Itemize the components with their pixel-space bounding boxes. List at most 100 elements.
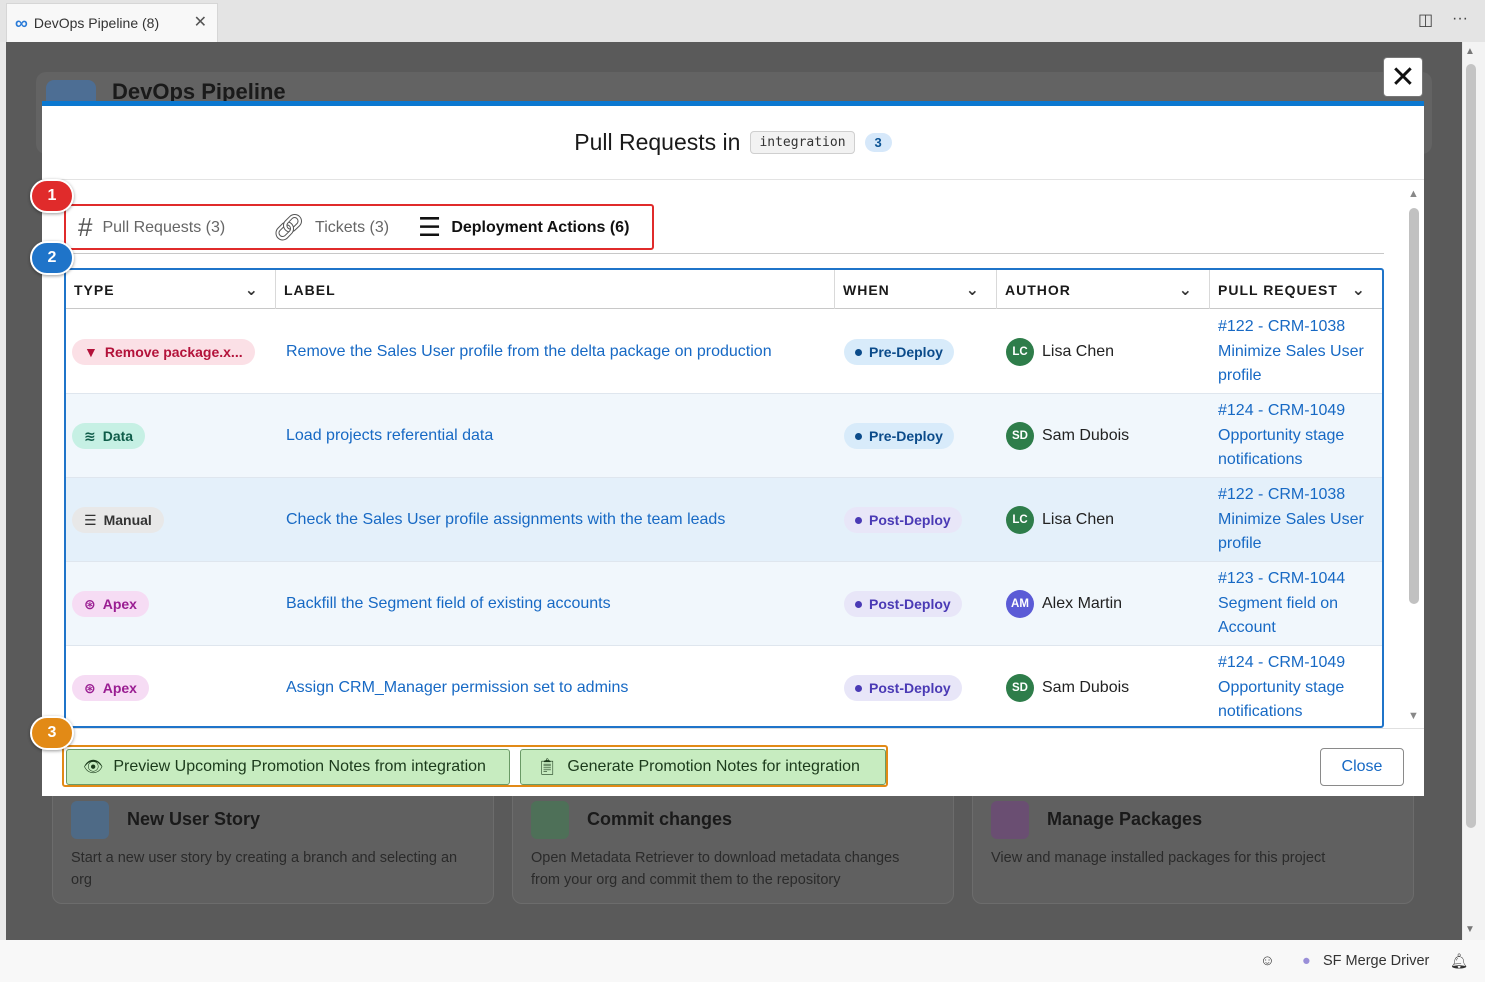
avatar: LC bbox=[1006, 338, 1034, 366]
author-name: Lisa Chen bbox=[1042, 511, 1115, 528]
infinity-icon: ∞ bbox=[15, 12, 28, 33]
chevron-down-icon[interactable]: ⌄ bbox=[1352, 280, 1366, 300]
pull-request-link[interactable]: #122 - CRM-1038 Minimize Sales User prof… bbox=[1218, 315, 1378, 389]
modal-scrollbar[interactable]: ▲ ▼ bbox=[1406, 186, 1422, 726]
when-badge: Post-Deploy bbox=[844, 675, 962, 701]
clipboard-icon: 📋︎ bbox=[537, 759, 558, 776]
card-title: Commit changes bbox=[587, 809, 733, 829]
column-label[interactable]: LABEL bbox=[276, 270, 835, 309]
button-label: Generate Promotion Notes for integration bbox=[567, 758, 860, 775]
close-tab-icon[interactable]: ✕ bbox=[194, 12, 207, 32]
avatar: AM bbox=[1006, 590, 1034, 618]
table-row: ⊛ Apex Backfill the Segment field of exi… bbox=[66, 562, 1382, 646]
download-icon bbox=[531, 801, 569, 839]
apex-icon: ⊛ bbox=[84, 595, 96, 612]
action-label-link[interactable]: Load projects referential data bbox=[286, 427, 493, 445]
type-cell: ⊛ Apex bbox=[72, 562, 149, 646]
chevron-down-icon[interactable]: ⌄ bbox=[966, 280, 980, 300]
when-label: Pre-Deploy bbox=[869, 344, 943, 360]
table-row: ☰ Manual Check the Sales User profile as… bbox=[66, 478, 1382, 562]
column-label: PULL REQUEST bbox=[1218, 281, 1338, 298]
link-icon: 🔗︎ bbox=[272, 212, 306, 242]
split-editor-icon[interactable]: ◫ bbox=[1418, 10, 1433, 30]
close-button[interactable]: Close bbox=[1320, 748, 1404, 786]
pr-cell: #124 - CRM-1049 Opportunity stage notifi… bbox=[1218, 394, 1378, 478]
when-cell: Post-Deploy bbox=[844, 646, 962, 726]
when-badge: Pre-Deploy bbox=[844, 423, 954, 449]
label-cell: Assign CRM_Manager permission set to adm… bbox=[286, 646, 628, 726]
generate-promotion-notes-button[interactable]: 📋︎ Generate Promotion Notes for integrat… bbox=[520, 749, 886, 785]
when-cell: Post-Deploy bbox=[844, 562, 962, 646]
scroll-thumb[interactable] bbox=[1409, 208, 1419, 604]
column-pull-request[interactable]: PULL REQUEST ⌄ bbox=[1210, 270, 1382, 309]
card-desc: Open Metadata Retriever to download meta… bbox=[531, 850, 900, 888]
table-header: TYPE ⌄ LABEL WHEN ⌄ AUTHOR ⌄ PULL REQUES… bbox=[66, 270, 1382, 309]
modal-close-icon[interactable]: ✕ bbox=[1383, 57, 1423, 97]
chevron-down-icon[interactable]: ⌄ bbox=[1179, 280, 1193, 300]
page-scrollbar[interactable]: ▲ ▼ bbox=[1463, 42, 1485, 940]
tab-deployment-actions[interactable]: ☰ Deployment Actions (6) bbox=[418, 212, 629, 243]
pr-cell: #124 - CRM-1049 Opportunity stage notifi… bbox=[1218, 646, 1378, 726]
step-marker-3: 3 bbox=[30, 716, 74, 750]
scroll-up-arrow[interactable]: ▲ bbox=[1408, 188, 1419, 200]
column-when[interactable]: WHEN ⌄ bbox=[835, 270, 997, 309]
avatar: SD bbox=[1006, 422, 1034, 450]
modal-header: Pull Requests in integration 3 bbox=[42, 106, 1424, 180]
pull-request-link[interactable]: #124 - CRM-1049 Opportunity stage notifi… bbox=[1218, 399, 1378, 473]
bell-icon[interactable]: 🔔︎ bbox=[1450, 953, 1468, 970]
pull-request-link[interactable]: #123 - CRM-1044 Segment field on Account bbox=[1218, 567, 1378, 641]
modal-footer: 👁︎ Preview Upcoming Promotion Notes from… bbox=[42, 728, 1424, 801]
scroll-thumb[interactable] bbox=[1466, 64, 1476, 828]
scroll-up-arrow[interactable]: ▲ bbox=[1465, 46, 1475, 57]
checklist-icon: ☰ bbox=[418, 212, 442, 242]
dot-icon bbox=[855, 432, 862, 440]
scroll-down-arrow[interactable]: ▼ bbox=[1465, 924, 1475, 935]
type-label: Data bbox=[102, 428, 134, 444]
apex-icon: ⊛ bbox=[84, 679, 96, 696]
card-desc: View and manage installed packages for t… bbox=[991, 850, 1326, 866]
author-name: Alex Martin bbox=[1042, 595, 1123, 612]
more-actions-icon[interactable]: ··· bbox=[1452, 10, 1468, 28]
card-desc: Start a new user story by creating a bra… bbox=[71, 850, 458, 888]
type-badge: ⊛ Apex bbox=[72, 675, 149, 701]
column-type[interactable]: TYPE ⌄ bbox=[66, 270, 276, 309]
plus-icon bbox=[71, 801, 109, 839]
copilot-icon[interactable]: ☺ bbox=[1260, 953, 1275, 969]
editor-tabbar: ∞ DevOps Pipeline (8) ✕ ◫ ··· bbox=[0, 0, 1485, 42]
scroll-down-arrow[interactable]: ▼ bbox=[1408, 710, 1419, 722]
when-label: Post-Deploy bbox=[869, 680, 951, 696]
editor-tab[interactable]: ∞ DevOps Pipeline (8) ✕ bbox=[6, 3, 218, 42]
when-label: Pre-Deploy bbox=[869, 428, 943, 444]
author-name: Sam Dubois bbox=[1042, 427, 1130, 444]
author-name: Sam Dubois bbox=[1042, 679, 1130, 696]
hash-icon: # bbox=[78, 212, 93, 242]
deployment-actions-table: TYPE ⌄ LABEL WHEN ⌄ AUTHOR ⌄ PULL REQUES… bbox=[64, 268, 1384, 728]
pr-cell: #122 - CRM-1038 Minimize Sales User prof… bbox=[1218, 478, 1378, 562]
action-label-link[interactable]: Check the Sales User profile assignments… bbox=[286, 511, 725, 529]
merge-driver-status[interactable]: SF Merge Driver bbox=[1323, 953, 1429, 969]
chevron-down-icon[interactable]: ⌄ bbox=[245, 280, 259, 300]
action-label-link[interactable]: Remove the Sales User profile from the d… bbox=[286, 343, 772, 361]
tab-tickets[interactable]: 🔗︎ Tickets (3) bbox=[272, 212, 389, 243]
author-cell: LC Lisa Chen bbox=[1006, 478, 1114, 562]
actions-highlight: 👁︎ Preview Upcoming Promotion Notes from… bbox=[62, 745, 888, 787]
pull-request-link[interactable]: #124 - CRM-1049 Opportunity stage notifi… bbox=[1218, 651, 1378, 725]
type-label: Remove package.x... bbox=[104, 344, 243, 360]
filter-icon: ▼ bbox=[84, 344, 98, 360]
tab-pull-requests[interactable]: # Pull Requests (3) bbox=[78, 212, 225, 243]
button-label: Preview Upcoming Promotion Notes from in… bbox=[113, 758, 486, 775]
action-label-link[interactable]: Backfill the Segment field of existing a… bbox=[286, 595, 611, 613]
merge-driver-icon: ● bbox=[1302, 953, 1311, 969]
step-marker-2: 2 bbox=[30, 241, 74, 275]
type-badge: ≋ Data bbox=[72, 423, 146, 449]
status-bar: ☺ ● SF Merge Driver 🔔︎ bbox=[0, 940, 1485, 982]
tab-label: Pull Requests (3) bbox=[102, 218, 226, 236]
type-badge: ▼ Remove package.x... bbox=[72, 339, 255, 365]
tab-label: Tickets (3) bbox=[315, 218, 390, 236]
preview-promotion-notes-button[interactable]: 👁︎ Preview Upcoming Promotion Notes from… bbox=[66, 749, 510, 785]
pr-count-badge: 3 bbox=[864, 133, 892, 152]
action-label-link[interactable]: Assign CRM_Manager permission set to adm… bbox=[286, 679, 628, 697]
column-author[interactable]: AUTHOR ⌄ bbox=[997, 270, 1210, 309]
table-row: ▼ Remove package.x... Remove the Sales U… bbox=[66, 310, 1382, 394]
pull-request-link[interactable]: #122 - CRM-1038 Minimize Sales User prof… bbox=[1218, 483, 1378, 557]
